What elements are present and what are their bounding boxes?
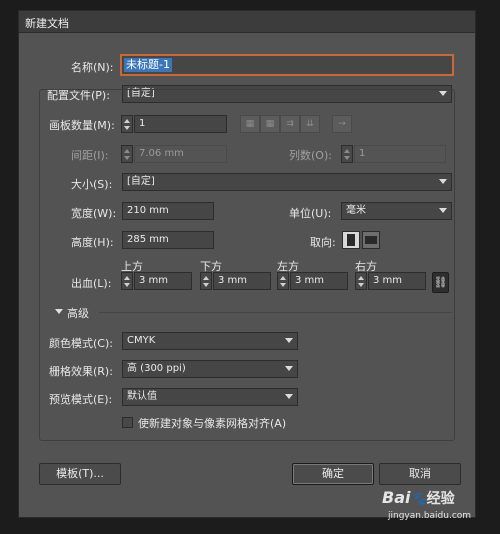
artboards-stepper[interactable] bbox=[121, 115, 133, 133]
chevron-down-icon bbox=[439, 208, 447, 213]
watermark-brand-text: Bai bbox=[382, 488, 411, 507]
columns-input: 1 bbox=[354, 145, 446, 163]
units-label: 单位(U): bbox=[289, 207, 332, 220]
chevron-down-icon bbox=[439, 179, 447, 184]
size-label: 大小(S): bbox=[71, 178, 113, 191]
ok-button[interactable]: 确定 bbox=[292, 463, 374, 485]
watermark-url: jingyan.baidu.com bbox=[388, 511, 472, 521]
chevron-down-icon bbox=[285, 366, 293, 371]
watermark-brand2-text: 经验 bbox=[426, 491, 455, 507]
height-input[interactable]: 285 mm bbox=[122, 231, 214, 249]
title-bar[interactable]: 新建文档 bbox=[19, 11, 475, 33]
advanced-label[interactable]: 高级 bbox=[67, 305, 89, 321]
raster-effects-value: 高 (300 ppi) bbox=[127, 363, 186, 374]
arrow-up-icon bbox=[344, 149, 350, 153]
landscape-orientation-button[interactable] bbox=[362, 231, 380, 249]
name-value: 未标题-1 bbox=[124, 58, 172, 72]
bleed-top-input[interactable]: 3 mm bbox=[134, 272, 192, 290]
cancel-button[interactable]: 取消 bbox=[379, 463, 461, 485]
portrait-icon bbox=[347, 234, 355, 246]
arrange-by-column-icon: ⇊ bbox=[300, 115, 320, 133]
landscape-icon bbox=[365, 236, 377, 244]
color-mode-value: CMYK bbox=[127, 335, 156, 346]
preview-mode-select[interactable]: 默认值 bbox=[122, 388, 298, 406]
arrow-up-icon bbox=[358, 276, 364, 280]
size-select[interactable]: [自定] bbox=[122, 173, 452, 191]
advanced-divider bbox=[99, 312, 452, 313]
raster-effects-label: 栅格效果(R): bbox=[49, 365, 113, 378]
name-input[interactable]: 未标题-1 bbox=[120, 54, 454, 76]
spacing-label: 间距(I): bbox=[71, 149, 109, 162]
columns-stepper bbox=[341, 145, 353, 163]
dialog-title: 新建文档 bbox=[25, 17, 69, 30]
preview-mode-label: 预览模式(E): bbox=[49, 393, 113, 406]
spacing-input: 7.06 mm bbox=[134, 145, 227, 163]
arrow-up-icon bbox=[280, 276, 286, 280]
bleed-right-stepper[interactable] bbox=[355, 272, 367, 290]
bleed-left-input[interactable]: 3 mm bbox=[290, 272, 348, 290]
arrow-down-icon bbox=[344, 156, 350, 160]
chevron-down-icon bbox=[285, 338, 293, 343]
templates-button[interactable]: 模板(T)... bbox=[39, 463, 121, 485]
color-mode-label: 颜色模式(C): bbox=[49, 337, 113, 350]
paw-icon: 🐾 bbox=[410, 492, 427, 507]
arrow-up-icon bbox=[203, 276, 209, 280]
link-icon[interactable]: ⛓ bbox=[432, 272, 449, 293]
spacing-stepper bbox=[121, 145, 133, 163]
arrow-down-icon bbox=[358, 283, 364, 287]
orientation-label: 取向: bbox=[310, 236, 336, 249]
arrange-by-row-icon: ⇉ bbox=[280, 115, 300, 133]
grid-by-row-icon: ▦ bbox=[240, 115, 260, 133]
columns-label: 列数(O): bbox=[289, 149, 332, 162]
arrow-down-icon bbox=[124, 126, 130, 130]
width-label: 宽度(W): bbox=[71, 207, 117, 220]
arrow-up-icon bbox=[124, 119, 130, 123]
arrow-down-icon bbox=[124, 283, 130, 287]
bleed-label: 出血(L): bbox=[71, 277, 112, 290]
right-to-left-icon: → bbox=[332, 115, 352, 133]
artboards-input[interactable]: 1 bbox=[134, 115, 227, 133]
watermark-brand: Bai🐾经验 bbox=[382, 488, 455, 508]
arrow-down-icon bbox=[280, 283, 286, 287]
units-value: 毫米 bbox=[346, 205, 366, 216]
width-input[interactable]: 210 mm bbox=[122, 202, 214, 220]
bleed-top-stepper[interactable] bbox=[121, 272, 133, 290]
raster-effects-select[interactable]: 高 (300 ppi) bbox=[122, 360, 298, 378]
size-value: [自定] bbox=[127, 176, 155, 187]
units-select[interactable]: 毫米 bbox=[341, 202, 452, 220]
arrow-down-icon bbox=[124, 156, 130, 160]
name-label: 名称(N): bbox=[71, 61, 114, 74]
bleed-bottom-stepper[interactable] bbox=[200, 272, 212, 290]
arrow-down-icon bbox=[203, 283, 209, 287]
arrow-up-icon bbox=[124, 276, 130, 280]
expand-triangle-icon[interactable] bbox=[55, 309, 63, 314]
arrow-up-icon bbox=[124, 149, 130, 153]
artboards-label: 画板数量(M): bbox=[49, 119, 115, 132]
align-pixel-grid-label: 使新建对象与像素网格对齐(A) bbox=[138, 417, 287, 430]
chevron-down-icon bbox=[285, 394, 293, 399]
bleed-bottom-input[interactable]: 3 mm bbox=[213, 272, 271, 290]
new-document-dialog: 新建文档 名称(N): 未标题-1 配置文件(P): [自定] 画板数量(M):… bbox=[18, 10, 476, 518]
height-label: 高度(H): bbox=[71, 236, 114, 249]
preview-mode-value: 默认值 bbox=[127, 391, 157, 402]
color-mode-select[interactable]: CMYK bbox=[122, 332, 298, 350]
bleed-left-stepper[interactable] bbox=[277, 272, 289, 290]
align-pixel-grid-checkbox[interactable] bbox=[122, 417, 133, 428]
grid-by-column-icon: ▦ bbox=[260, 115, 280, 133]
bleed-right-input[interactable]: 3 mm bbox=[368, 272, 426, 290]
portrait-orientation-button[interactable] bbox=[342, 231, 360, 249]
